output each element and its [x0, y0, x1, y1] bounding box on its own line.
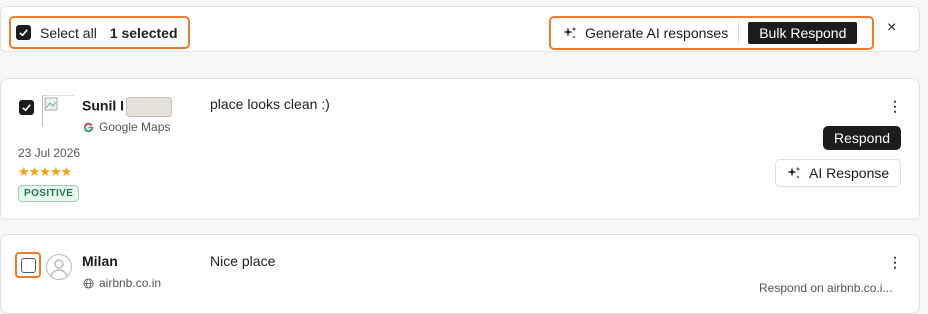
review-source: airbnb.co.in — [83, 276, 161, 290]
select-all-group: Select all 1 selected — [9, 16, 190, 49]
check-icon — [22, 104, 31, 112]
review-checkbox[interactable] — [20, 257, 36, 273]
bulk-respond-button[interactable]: Bulk Respond — [748, 22, 858, 44]
sparkle-icon — [563, 26, 577, 39]
respond-button[interactable]: Respond — [823, 126, 902, 150]
selected-count: 1 selected — [109, 24, 178, 41]
review-source: Google Maps — [83, 120, 170, 134]
reviewer-name: Milan — [82, 253, 118, 269]
google-icon — [84, 122, 94, 132]
reviewer-name: Sunil I — [82, 97, 172, 117]
select-all-label[interactable]: Select all — [40, 25, 97, 41]
more-options-icon[interactable]: ⋮ — [888, 99, 902, 113]
review-card: Milan airbnb.co.in Nice place ⋮ Respond … — [0, 234, 920, 314]
review-checkbox-highlight — [15, 252, 41, 278]
check-icon — [19, 29, 28, 37]
generate-ai-responses-label: Generate AI responses — [585, 25, 729, 41]
generate-ai-responses-button[interactable]: Generate AI responses — [563, 21, 740, 45]
ai-response-label: AI Response — [809, 165, 890, 181]
avatar — [42, 95, 74, 127]
ai-response-button[interactable]: AI Response — [775, 159, 902, 187]
review-date: 23 Jul 2026 — [18, 146, 81, 160]
sentiment-badge: POSITIVE — [18, 185, 80, 202]
avatar — [46, 254, 72, 280]
respond-on-link[interactable]: Respond on airbnb.co.i... — [759, 281, 892, 295]
user-icon — [50, 259, 68, 278]
review-text: place looks clean :) — [210, 96, 330, 112]
star-rating: ★★★★★ — [18, 164, 72, 179]
more-options-icon[interactable]: ⋮ — [888, 255, 902, 269]
close-icon[interactable]: × — [887, 19, 896, 37]
bulk-actions-group: Generate AI responses Bulk Respond — [549, 16, 874, 50]
sparkle-icon — [787, 166, 801, 179]
globe-icon — [83, 277, 94, 289]
review-checkbox[interactable] — [19, 100, 34, 115]
bulk-action-toolbar: Select all 1 selected Generate AI respon… — [0, 6, 920, 52]
review-text: Nice place — [210, 253, 276, 269]
broken-image-icon — [44, 97, 58, 111]
select-all-checkbox[interactable] — [16, 25, 31, 40]
redacted-block — [126, 97, 172, 117]
review-card: Sunil I Google Maps place looks clean :)… — [0, 78, 920, 220]
